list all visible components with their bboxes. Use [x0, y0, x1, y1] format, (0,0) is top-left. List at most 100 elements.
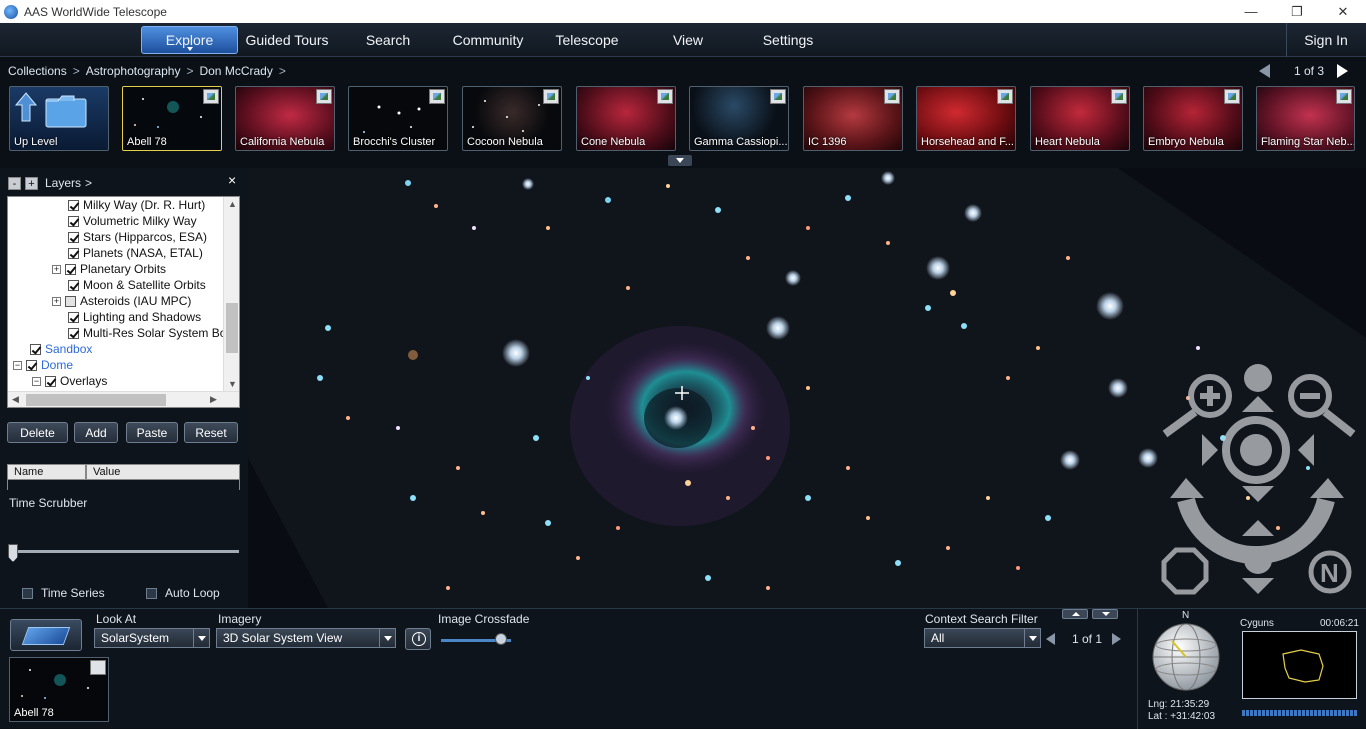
layer-row-planets[interactable]: Planets (NASA, ETAL): [68, 245, 203, 261]
close-panel-icon[interactable]: ×: [228, 172, 236, 188]
checkbox[interactable]: [68, 327, 79, 339]
scroll-down-icon[interactable]: ▼: [228, 379, 237, 389]
menu-search[interactable]: Search: [352, 26, 424, 54]
scroll-thumb[interactable]: [26, 394, 166, 406]
context-scroll-down-button[interactable]: [1092, 609, 1118, 619]
collapse-node-icon[interactable]: −: [13, 360, 22, 370]
thumbnail-ic-1396[interactable]: IC 1396: [803, 86, 903, 151]
checkbox[interactable]: [30, 343, 41, 355]
checkbox[interactable]: [68, 311, 79, 323]
restore-button[interactable]: ❐: [1274, 0, 1320, 23]
layer-row-dome[interactable]: − Dome: [13, 357, 73, 373]
thumbnail-label: IC 1396: [808, 136, 847, 148]
time-scrubber-track[interactable]: [9, 550, 239, 553]
checkbox[interactable]: [68, 279, 79, 291]
scroll-left-icon[interactable]: ◀: [12, 394, 19, 405]
reset-button[interactable]: Reset: [184, 422, 238, 443]
layer-row-stars[interactable]: Stars (Hipparcos, ESA): [68, 229, 207, 245]
layer-row-sandbox[interactable]: Sandbox: [30, 341, 92, 357]
compass-globe-icon[interactable]: [1150, 621, 1222, 693]
checkbox[interactable]: [68, 199, 79, 211]
menu-community[interactable]: Community: [446, 26, 530, 54]
chevron-down-icon[interactable]: [1024, 629, 1040, 647]
thumbnail-cocoon-nebula[interactable]: Cocoon Nebula: [462, 86, 562, 151]
tree-vertical-scrollbar[interactable]: ▲ ▼: [223, 197, 239, 393]
thumbnail-up-level[interactable]: Up Level: [9, 86, 109, 151]
thumbnail-embryo-nebula[interactable]: Embryo Nebula: [1143, 86, 1243, 151]
look-at-mode-icon[interactable]: [10, 619, 82, 651]
checkbox[interactable]: [146, 587, 157, 599]
checkbox[interactable]: [68, 215, 79, 227]
paste-button[interactable]: Paste: [126, 422, 178, 443]
previous-page-icon[interactable]: [1259, 64, 1270, 78]
checkbox[interactable]: [68, 231, 79, 243]
current-image-thumbnail[interactable]: Abell 78: [9, 657, 109, 722]
constellation-minimap[interactable]: [1242, 631, 1357, 699]
thumbnail-cone-nebula[interactable]: Cone Nebula: [576, 86, 676, 151]
time-series-option[interactable]: Time Series: [22, 586, 105, 600]
grid-header-name[interactable]: Name: [7, 464, 86, 480]
layer-row-multi-res-bodies[interactable]: Multi-Res Solar System Bodies: [68, 325, 239, 341]
checkbox[interactable]: [22, 587, 33, 599]
checkbox[interactable]: [26, 359, 37, 371]
sky-view[interactable]: N: [248, 168, 1366, 608]
longitude-label: Lng:: [1148, 699, 1168, 710]
thumbnail-gamma-cassiopeia[interactable]: Gamma Cassiopi...: [689, 86, 789, 151]
layer-row-overlays[interactable]: − Overlays: [32, 373, 107, 389]
context-filter-select[interactable]: All: [924, 628, 1041, 648]
expand-node-icon[interactable]: +: [52, 296, 61, 306]
chevron-down-icon[interactable]: [379, 629, 395, 647]
menu-view[interactable]: View: [663, 26, 713, 54]
collapse-node-icon[interactable]: −: [32, 376, 41, 386]
time-scrubber-knob[interactable]: [8, 544, 18, 562]
thumbnail-heart-nebula[interactable]: Heart Nebula: [1030, 86, 1130, 151]
menu-telescope[interactable]: Telescope: [550, 26, 624, 54]
thumbnail-abell-78[interactable]: Abell 78: [122, 86, 222, 151]
layer-row-moon-satellite-orbits[interactable]: Moon & Satellite Orbits: [68, 277, 206, 293]
info-button[interactable]: i: [405, 628, 431, 650]
menu-explore[interactable]: Explore: [141, 26, 238, 54]
close-window-button[interactable]: ✕: [1320, 0, 1366, 23]
chevron-down-icon[interactable]: [193, 629, 209, 647]
tree-horizontal-scrollbar[interactable]: ◀ ▶: [8, 391, 239, 407]
context-scroll-up-button[interactable]: [1062, 609, 1088, 619]
look-at-select[interactable]: SolarSystem: [94, 628, 210, 648]
sign-in-button[interactable]: Sign In: [1296, 26, 1356, 54]
expand-thumbnails-icon[interactable]: [668, 155, 692, 166]
crossfade-slider-knob[interactable]: [494, 633, 507, 645]
menu-settings[interactable]: Settings: [757, 26, 819, 54]
checkbox[interactable]: [65, 295, 76, 307]
breadcrumb-collections[interactable]: Collections: [8, 64, 67, 78]
checkbox[interactable]: [45, 375, 56, 387]
checkbox[interactable]: [65, 263, 76, 275]
expand-all-button[interactable]: +: [25, 176, 38, 190]
add-button[interactable]: Add: [74, 422, 118, 443]
checkbox[interactable]: [68, 247, 79, 259]
scroll-right-icon[interactable]: ▶: [210, 394, 217, 405]
thumbnail-horsehead[interactable]: Horsehead and F...: [916, 86, 1016, 151]
next-page-icon[interactable]: [1112, 633, 1122, 645]
scroll-up-icon[interactable]: ▲: [228, 199, 237, 209]
delete-button[interactable]: Delete: [7, 422, 68, 443]
menu-guided-tours[interactable]: Guided Tours: [242, 26, 332, 54]
breadcrumb-astrophotography[interactable]: Astrophotography: [86, 64, 181, 78]
collapse-all-button[interactable]: -: [8, 176, 21, 190]
minimize-button[interactable]: —: [1228, 0, 1274, 23]
next-page-icon[interactable]: [1337, 64, 1349, 78]
layers-chevron[interactable]: >: [85, 176, 92, 190]
scroll-thumb[interactable]: [226, 303, 238, 353]
layer-row-planetary-orbits[interactable]: + Planetary Orbits: [52, 261, 166, 277]
previous-page-icon[interactable]: [1046, 633, 1055, 645]
auto-loop-option[interactable]: Auto Loop: [146, 586, 220, 600]
layer-row-milky-way[interactable]: Milky Way (Dr. R. Hurt): [68, 197, 205, 213]
layer-row-asteroids[interactable]: + Asteroids (IAU MPC): [52, 293, 191, 309]
expand-node-icon[interactable]: +: [52, 264, 61, 274]
thumbnail-flaming-star[interactable]: Flaming Star Neb...: [1256, 86, 1355, 151]
layer-row-volumetric-milky-way[interactable]: Volumetric Milky Way: [68, 213, 197, 229]
imagery-select[interactable]: 3D Solar System View: [216, 628, 396, 648]
breadcrumb-don-mccrady[interactable]: Don McCrady: [199, 64, 272, 78]
layer-row-lighting-shadows[interactable]: Lighting and Shadows: [68, 309, 201, 325]
thumbnail-brocchis-cluster[interactable]: Brocchi's Cluster: [348, 86, 448, 151]
grid-header-value[interactable]: Value: [86, 464, 240, 480]
thumbnail-california-nebula[interactable]: California Nebula: [235, 86, 335, 151]
